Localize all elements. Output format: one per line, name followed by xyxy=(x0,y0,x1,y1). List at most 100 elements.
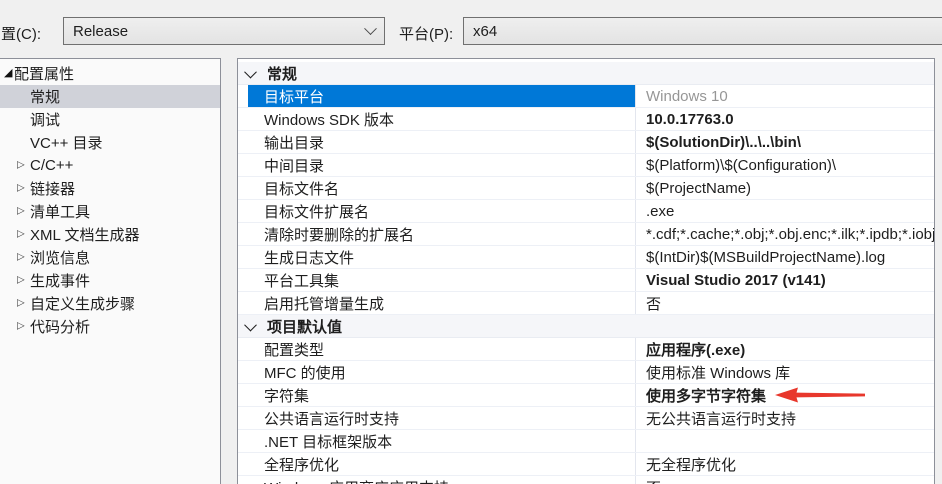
tree-item-manifest-tool[interactable]: ▷ 清单工具 xyxy=(0,200,220,223)
chevron-down-icon[interactable] xyxy=(244,318,257,331)
twisty-collapsed-icon[interactable]: ▷ xyxy=(17,275,25,285)
chevron-down-icon[interactable] xyxy=(244,65,257,78)
tree-item-label: 清单工具 xyxy=(30,204,91,221)
platform-label: 平台(P): xyxy=(399,26,454,43)
row-character-set[interactable]: 字符集 使用多字节字符集 xyxy=(238,384,934,407)
tree-item-label: 调试 xyxy=(30,112,61,129)
property-value[interactable]: *.cdf;*.cache;*.obj;*.obj.enc;*.ilk;*.ip… xyxy=(635,223,934,245)
property-value[interactable]: .exe xyxy=(635,200,934,222)
tree-item-code-analysis[interactable]: ▷ 代码分析 xyxy=(0,315,220,338)
property-value-text: 使用多字节字符集 xyxy=(646,387,767,405)
tree-item-linker[interactable]: ▷ 链接器 xyxy=(0,177,220,200)
property-value[interactable]: Windows 10 xyxy=(635,85,934,107)
row-extensions-to-delete-on-clean[interactable]: 清除时要删除的扩展名 *.cdf;*.cache;*.obj;*.obj.enc… xyxy=(238,223,934,246)
row-common-language-runtime-support[interactable]: 公共语言运行时支持 无公共语言运行时支持 xyxy=(238,407,934,430)
property-value[interactable]: Visual Studio 2017 (v141) xyxy=(635,269,934,291)
row-net-target-framework-version[interactable]: .NET 目标框架版本 xyxy=(238,430,934,453)
tree-item-build-events[interactable]: ▷ 生成事件 xyxy=(0,269,220,292)
tree-item-custom-build-step[interactable]: ▷ 自定义生成步骤 xyxy=(0,292,220,315)
property-label: 全程序优化 xyxy=(264,456,340,474)
row-use-of-mfc[interactable]: MFC 的使用 使用标准 Windows 库 xyxy=(238,361,934,384)
property-value[interactable]: $(Platform)\$(Configuration)\ xyxy=(635,154,934,176)
configuration-tree: ◢ 配置属性 常规 调试 VC++ 目录 ▷ C/C++ ▷ 链接器 ▷ 清单工… xyxy=(0,58,221,484)
property-label: 平台工具集 xyxy=(264,272,340,290)
property-value[interactable]: 无全程序优化 xyxy=(635,453,934,475)
property-value[interactable]: $(SolutionDir)\..\..\bin\ xyxy=(635,131,934,153)
property-label: 清除时要删除的扩展名 xyxy=(264,226,415,244)
property-label: 目标文件扩展名 xyxy=(264,203,370,221)
section-general[interactable]: 常规 xyxy=(238,62,934,85)
twisty-collapsed-icon[interactable]: ▷ xyxy=(17,229,25,239)
twisty-collapsed-icon[interactable]: ▷ xyxy=(17,252,25,262)
property-value[interactable]: 应用程序(.exe) xyxy=(635,338,934,360)
tree-item-label: 链接器 xyxy=(30,181,76,198)
row-windows-sdk-version[interactable]: Windows SDK 版本 10.0.17763.0 xyxy=(238,108,934,131)
twisty-collapsed-icon[interactable]: ▷ xyxy=(17,298,25,308)
twisty-collapsed-icon[interactable]: ▷ xyxy=(17,206,25,216)
property-value[interactable]: 使用标准 Windows 库 xyxy=(635,361,934,383)
twisty-collapsed-icon[interactable]: ▷ xyxy=(17,160,25,170)
row-configuration-type[interactable]: 配置类型 应用程序(.exe) xyxy=(238,338,934,361)
section-project-defaults[interactable]: 项目默认值 xyxy=(238,315,934,338)
tree-item-label: 浏览信息 xyxy=(30,250,91,267)
tree-item-label: 常规 xyxy=(30,89,61,106)
property-value[interactable]: $(ProjectName) xyxy=(635,177,934,199)
property-label: 字符集 xyxy=(264,387,310,405)
property-value[interactable]: 否 xyxy=(635,476,934,484)
tree-item-c-cpp[interactable]: ▷ C/C++ xyxy=(0,154,220,177)
property-label: .NET 目标框架版本 xyxy=(264,433,393,451)
property-label: 目标文件名 xyxy=(264,180,340,198)
row-intermediate-directory[interactable]: 中间目录 $(Platform)\$(Configuration)\ xyxy=(238,154,934,177)
row-platform-toolset[interactable]: 平台工具集 Visual Studio 2017 (v141) xyxy=(238,269,934,292)
row-target-platform[interactable]: 目标平台 Windows 10 xyxy=(238,85,934,108)
row-output-directory[interactable]: 输出目录 $(SolutionDir)\..\..\bin\ xyxy=(238,131,934,154)
tree-item-general[interactable]: 常规 xyxy=(0,85,220,108)
property-label: Windows 应用商店应用支持 xyxy=(248,476,635,484)
property-value[interactable]: 无公共语言运行时支持 xyxy=(635,407,934,429)
property-label: 生成日志文件 xyxy=(264,249,355,267)
property-label: 启用托管增量生成 xyxy=(264,295,385,313)
tree-item-debugging[interactable]: 调试 xyxy=(0,108,220,131)
property-label: 中间目录 xyxy=(264,157,325,175)
twisty-collapsed-icon[interactable]: ▷ xyxy=(17,183,25,193)
row-whole-program-optimization[interactable]: 全程序优化 无全程序优化 xyxy=(238,453,934,476)
row-enable-managed-incremental-build[interactable]: 启用托管增量生成 否 xyxy=(238,292,934,315)
tree-item-label: C/C++ xyxy=(30,157,74,174)
property-value[interactable]: 使用多字节字符集 xyxy=(635,384,934,406)
property-label: 配置类型 xyxy=(264,341,325,359)
platform-dropdown-value: x64 xyxy=(473,22,498,40)
property-label: 公共语言运行时支持 xyxy=(264,410,400,428)
tree-item-xml-doc-generator[interactable]: ▷ XML 文档生成器 xyxy=(0,223,220,246)
property-value[interactable] xyxy=(635,430,934,452)
tree-item-label: 生成事件 xyxy=(30,273,91,290)
tree-item-label: 配置属性 xyxy=(14,66,75,83)
section-label: 常规 xyxy=(267,65,298,83)
property-label: Windows SDK 版本 xyxy=(264,111,395,129)
tree-item-label: XML 文档生成器 xyxy=(30,227,140,244)
configuration-dropdown[interactable]: Release xyxy=(63,17,385,45)
twisty-collapsed-icon[interactable]: ▷ xyxy=(17,321,25,331)
twisty-expanded-icon[interactable]: ◢ xyxy=(4,67,12,79)
tree-item-label: 自定义生成步骤 xyxy=(30,296,136,313)
row-target-extension[interactable]: 目标文件扩展名 .exe xyxy=(238,200,934,223)
red-arrow-annotation xyxy=(775,387,866,403)
row-build-log-file[interactable]: 生成日志文件 $(IntDir)$(MSBuildProjectName).lo… xyxy=(238,246,934,269)
property-label: MFC 的使用 xyxy=(264,364,346,382)
property-value[interactable]: 10.0.17763.0 xyxy=(635,108,934,130)
property-value[interactable]: 否 xyxy=(635,292,934,314)
tree-item-configuration-properties[interactable]: ◢ 配置属性 xyxy=(0,62,220,85)
tree-item-browse-information[interactable]: ▷ 浏览信息 xyxy=(0,246,220,269)
configuration-dropdown-value: Release xyxy=(73,22,129,40)
platform-dropdown[interactable]: x64 xyxy=(463,17,942,45)
property-label: 输出目录 xyxy=(264,134,325,152)
section-label: 项目默认值 xyxy=(267,318,343,336)
row-windows-store-app-support[interactable]: Windows 应用商店应用支持 否 xyxy=(238,476,934,484)
row-target-name[interactable]: 目标文件名 $(ProjectName) xyxy=(238,177,934,200)
tree-item-vc-directories[interactable]: VC++ 目录 xyxy=(0,131,220,154)
configuration-toolbar: 置(C): Release 平台(P): x64 xyxy=(0,0,942,58)
property-value[interactable]: $(IntDir)$(MSBuildProjectName).log xyxy=(635,246,934,268)
chevron-down-icon xyxy=(364,21,377,35)
configuration-label: 置(C): xyxy=(1,26,41,43)
tree-item-label: 代码分析 xyxy=(30,319,91,336)
property-grid: 常规 目标平台 Windows 10 Windows SDK 版本 10.0.1… xyxy=(237,58,935,484)
